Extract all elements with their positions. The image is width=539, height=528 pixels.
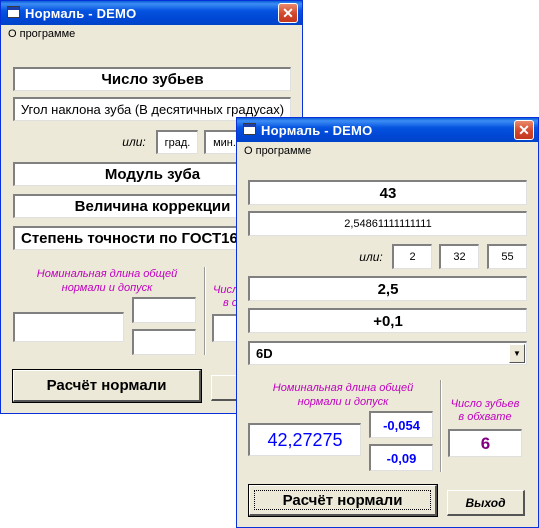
nominal-length-label: Номинальная длина общей нормали и допуск xyxy=(36,268,178,294)
back-title-bar[interactable]: Нормаль - DEMO ✕ xyxy=(1,1,302,25)
tolerance-lower-value: -0,09 xyxy=(386,450,417,466)
tolerance-lower-field[interactable] xyxy=(132,329,196,355)
focus-rect xyxy=(254,490,431,510)
degrees-field[interactable]: 2 xyxy=(392,244,432,269)
teeth-count-field[interactable]: Число зубьев xyxy=(13,67,291,91)
nominal-length-field[interactable] xyxy=(13,312,124,342)
module-text: Модуль зуба xyxy=(104,166,201,183)
degrees-value: 2 xyxy=(409,251,416,263)
correction-text: Величина коррекции xyxy=(74,198,231,215)
module-value: 2,5 xyxy=(377,280,399,298)
degrees-text: град. xyxy=(164,136,191,149)
separator xyxy=(204,267,206,355)
nominal-length-value: 42,27275 xyxy=(267,429,343,450)
calc-button-label: Расчёт нормали xyxy=(46,377,167,394)
menu-bar: О программе xyxy=(237,142,538,160)
exit-button-label: Выход xyxy=(465,495,506,510)
accuracy-dropdown[interactable]: 6D ▼ xyxy=(248,341,527,365)
calc-button[interactable]: Расчёт нормали xyxy=(12,369,202,403)
module-field[interactable]: 2,5 xyxy=(248,276,527,301)
tolerance-upper-field[interactable]: -0,054 xyxy=(369,411,433,438)
chevron-down-icon[interactable]: ▼ xyxy=(509,344,525,363)
nominal-length-value-field[interactable]: 42,27275 xyxy=(248,423,361,456)
separator xyxy=(440,380,442,472)
correction-field[interactable]: +0,1 xyxy=(248,308,527,333)
teeth-count-text: Число зубьев xyxy=(101,71,204,88)
menu-about[interactable]: О программе xyxy=(8,28,75,40)
teeth-span-value: 6 xyxy=(480,433,491,453)
minutes-text: мин. xyxy=(213,136,236,149)
correction-value: +0,1 xyxy=(373,312,403,330)
menu-about[interactable]: О программе xyxy=(244,145,311,157)
exit-button[interactable]: Выход xyxy=(447,490,525,516)
teeth-span-value-field[interactable]: 6 xyxy=(448,429,522,457)
calc-button[interactable]: Расчёт нормали xyxy=(248,484,438,517)
app-icon xyxy=(243,123,256,135)
teeth-count-value: 43 xyxy=(379,184,397,202)
window-title: Нормаль - DEMO xyxy=(25,6,137,21)
minutes-value: 32 xyxy=(453,251,466,263)
nominal-length-label: Номинальная длина общей нормали и допуск xyxy=(272,382,414,408)
or-label: или: xyxy=(122,135,146,149)
seconds-field[interactable]: 55 xyxy=(487,244,527,269)
menu-bar: О программе xyxy=(1,25,302,43)
tolerance-upper-field[interactable] xyxy=(132,297,196,323)
tolerance-upper-value: -0,054 xyxy=(383,417,420,433)
teeth-span-label: Число зубьев в обхвате xyxy=(450,398,520,423)
tooth-angle-text: Угол наклона зуба (В десятичных градусах… xyxy=(20,102,285,117)
front-title-bar[interactable]: Нормаль - DEMO ✕ xyxy=(237,118,538,142)
seconds-value: 55 xyxy=(501,251,514,263)
teeth-count-field[interactable]: 43 xyxy=(248,180,527,205)
front-window: Нормаль - DEMO ✕ О программе 43 2,548611… xyxy=(236,117,539,528)
accuracy-value: 6D xyxy=(256,346,273,361)
accuracy-text: Степень точности по ГОСТ164 xyxy=(21,230,247,247)
tooth-angle-value: 2,54861111111111 xyxy=(344,218,432,230)
or-label: или: xyxy=(359,250,383,264)
close-icon[interactable]: ✕ xyxy=(278,3,298,23)
tooth-angle-field[interactable]: 2,54861111111111 xyxy=(248,211,527,236)
close-icon[interactable]: ✕ xyxy=(514,120,534,140)
tolerance-lower-field[interactable]: -0,09 xyxy=(369,444,433,471)
degrees-field[interactable]: град. xyxy=(156,130,198,154)
app-icon xyxy=(7,6,20,18)
window-title: Нормаль - DEMO xyxy=(261,123,373,138)
minutes-field[interactable]: 32 xyxy=(439,244,479,269)
